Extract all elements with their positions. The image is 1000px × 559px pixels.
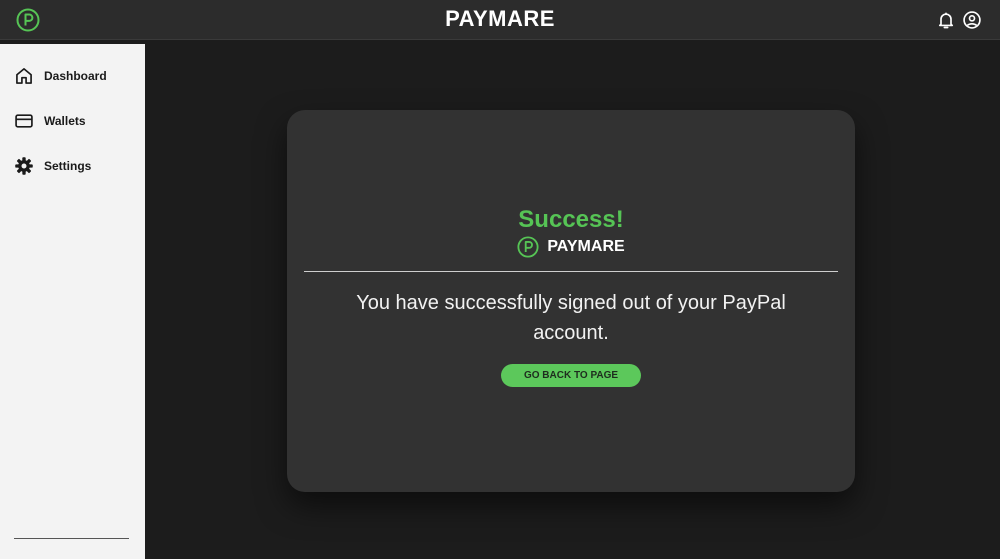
sidebar-item-label: Dashboard xyxy=(44,69,107,83)
sidebar-item-wallets[interactable]: Wallets xyxy=(0,103,145,139)
gear-icon xyxy=(15,157,33,175)
brand-row: PAYMARE xyxy=(287,236,855,258)
dialog-divider xyxy=(304,271,838,272)
paymare-logo-icon xyxy=(517,236,539,258)
signout-message: You have successfully signed out of your… xyxy=(356,292,786,344)
bell-icon[interactable] xyxy=(936,10,956,30)
home-icon xyxy=(16,68,32,84)
go-back-button[interactable]: GO BACK TO PAGE xyxy=(501,364,641,387)
success-dialog: Success! PAYMARE You have successfully s… xyxy=(287,110,855,492)
user-circle-icon[interactable] xyxy=(962,10,982,30)
brand-name: PAYMARE xyxy=(547,238,625,255)
top-bar: PAYMARE xyxy=(0,0,1000,40)
sidebar-item-label: Wallets xyxy=(44,114,86,128)
sidebar-item-dashboard[interactable]: Dashboard xyxy=(0,58,145,94)
success-title: Success! xyxy=(518,206,624,233)
sidebar: Dashboard Wallets Settings xyxy=(0,44,145,559)
sidebar-item-label: Settings xyxy=(44,159,92,173)
sidebar-divider xyxy=(14,538,129,539)
sidebar-item-settings[interactable]: Settings xyxy=(0,148,145,184)
credit-card-icon xyxy=(15,114,33,128)
app-title: PAYMARE xyxy=(445,6,555,31)
